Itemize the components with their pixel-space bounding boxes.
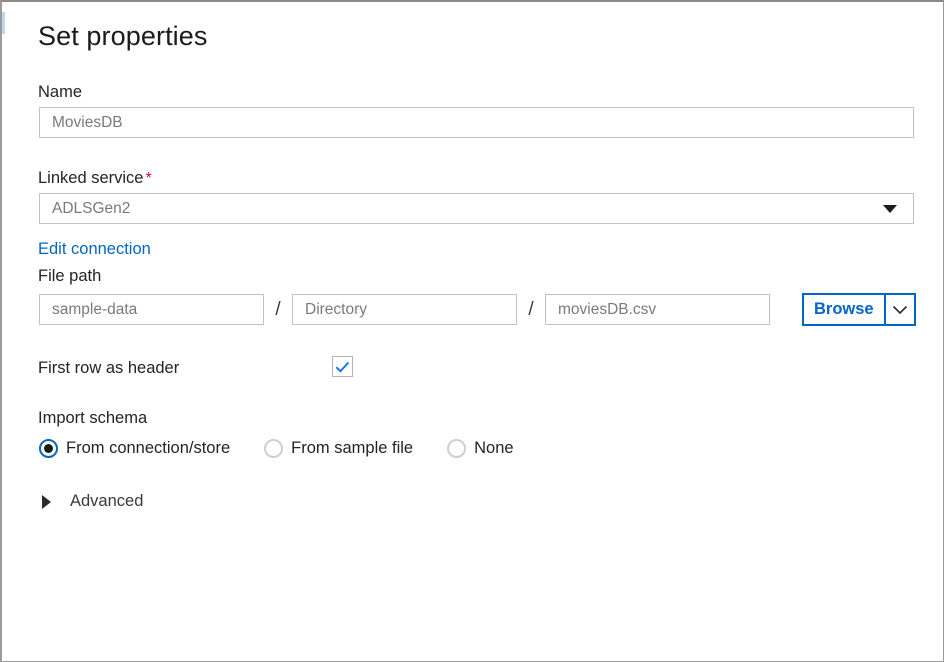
radio-label-from-sample-file: From sample file [283,439,413,458]
radio-icon [447,439,466,458]
radio-icon [264,439,283,458]
linked-service-value: ADLSGen2 [52,193,130,224]
checkmark-icon [335,361,350,373]
browse-dropdown-toggle[interactable] [884,295,914,324]
file-path-label: File path [38,266,101,286]
linked-service-dropdown[interactable]: ADLSGen2 [39,193,914,224]
import-schema-radio-group: From connection/store From sample file N… [39,439,514,458]
panel-content: Set properties Name MoviesDB Linked serv… [38,2,943,661]
edit-connection-link[interactable]: Edit connection [38,238,151,260]
advanced-label: Advanced [67,492,143,511]
chevron-down-icon [883,205,897,213]
browse-button[interactable]: Browse [804,295,884,324]
first-row-as-header-label: First row as header [38,358,179,378]
radio-label-from-connection-store: From connection/store [58,439,230,458]
first-row-as-header-checkbox[interactable] [332,356,353,377]
file-path-directory-input[interactable]: Directory [292,294,517,325]
radio-from-sample-file[interactable]: From sample file [264,439,413,458]
file-path-directory-placeholder: Directory [305,294,367,325]
file-path-container-input[interactable]: sample-data [39,294,264,325]
page-title: Set properties [38,2,943,53]
linked-service-label-text: Linked service [38,169,143,187]
radio-label-none: None [466,439,513,458]
radio-none[interactable]: None [447,439,513,458]
path-separator-1: / [264,299,292,321]
required-asterisk: * [143,170,151,187]
file-path-container-value: sample-data [52,294,137,325]
radio-from-connection-store[interactable]: From connection/store [39,439,230,458]
name-input[interactable]: MoviesDB [39,107,914,138]
set-properties-panel: Set properties Name MoviesDB Linked serv… [0,0,944,662]
path-separator-2: / [517,299,545,321]
name-field-label: Name [38,82,82,102]
file-path-row: sample-data / Directory / moviesDB.csv B… [39,293,916,326]
name-input-value: MoviesDB [52,107,123,138]
linked-service-label: Linked service* [38,168,152,189]
advanced-section-toggle[interactable]: Advanced [39,492,143,511]
left-edge-accent [2,12,5,34]
file-path-file-value: moviesDB.csv [558,294,656,325]
chevron-down-icon [892,305,908,315]
file-path-file-input[interactable]: moviesDB.csv [545,294,770,325]
triangle-right-icon [39,495,67,509]
import-schema-label: Import schema [38,408,147,428]
radio-icon [39,439,58,458]
browse-split-button: Browse [802,293,916,326]
